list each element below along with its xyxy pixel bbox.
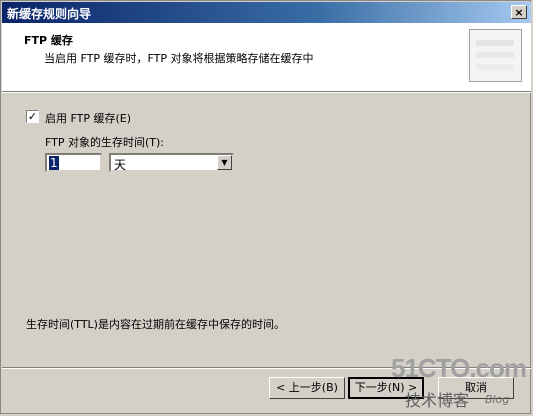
dropdown-button[interactable]: ▼: [217, 155, 232, 170]
ttl-unit-value: 天: [114, 158, 127, 172]
close-button[interactable]: ×: [511, 5, 527, 19]
header-divider: [2, 92, 531, 93]
ttl-unit-select[interactable]: 天 ▼: [109, 153, 234, 172]
chevron-down-icon: ▼: [221, 158, 228, 167]
wizard-header: FTP 缓存 当启用 FTP 缓存时，FTP 对象将根据策略存储在缓存中: [2, 23, 531, 92]
window-title: 新缓存规则向导: [7, 7, 92, 21]
wizard-graphic-icon: [469, 29, 522, 82]
graphic-bar: [476, 40, 514, 46]
page-title: FTP 缓存: [24, 34, 73, 47]
wizard-window: 新缓存规则向导 × FTP 缓存 当启用 FTP 缓存时，FTP 对象将根据策略…: [0, 0, 531, 414]
enable-ftp-cache-label[interactable]: 启用 FTP 缓存(E): [45, 110, 131, 126]
close-icon: ×: [514, 6, 524, 19]
watermark-blog: Blog: [485, 393, 510, 406]
graphic-bar: [476, 52, 514, 58]
ttl-value: 1: [49, 156, 59, 170]
ttl-description: 生存时间(TTL)是内容在过期前在缓存中保存的时间。: [26, 318, 285, 331]
enable-ftp-cache-checkbox[interactable]: ✓: [26, 110, 39, 123]
check-icon: ✓: [27, 110, 38, 123]
ttl-value-input[interactable]: 1: [45, 153, 102, 172]
graphic-bar: [476, 64, 514, 70]
ttl-label: FTP 对象的生存时间(T):: [45, 136, 164, 149]
page-subtitle: 当启用 FTP 缓存时，FTP 对象将根据策略存储在缓存中: [44, 52, 314, 65]
back-button[interactable]: < 上一步(B): [269, 377, 345, 399]
title-bar: 新缓存规则向导 ×: [2, 2, 531, 23]
watermark-logo: 51CTO.com: [391, 353, 527, 383]
watermark: 51CTO.com 技术博客 Blog: [387, 353, 527, 413]
watermark-subtitle: 技术博客: [405, 391, 470, 410]
